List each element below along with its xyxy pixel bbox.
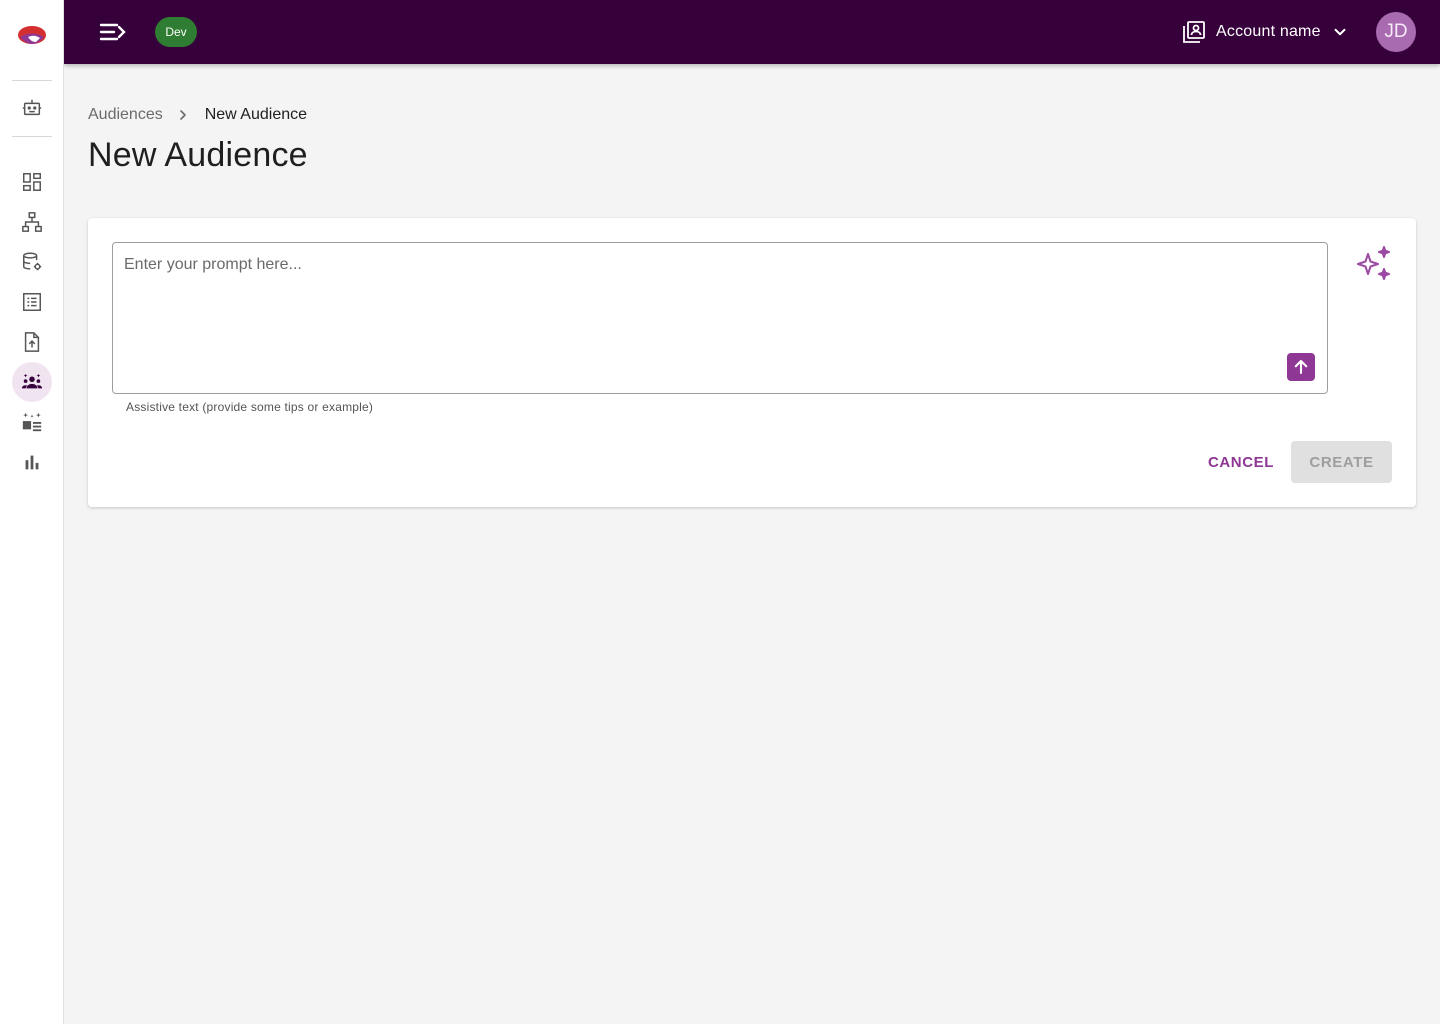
page-title: New Audience bbox=[88, 136, 308, 174]
app-logo[interactable] bbox=[16, 22, 48, 50]
sidebar-item-audiences[interactable] bbox=[12, 362, 52, 402]
sidebar-item-database-settings[interactable] bbox=[12, 242, 52, 282]
sidebar-item-dashboard[interactable] bbox=[12, 162, 52, 202]
menu-toggle-button[interactable] bbox=[96, 18, 130, 46]
prompt-helper-text: Assistive text (provide some tips or exa… bbox=[126, 400, 374, 414]
account-switcher[interactable]: Account name bbox=[1182, 18, 1349, 46]
hierarchy-icon bbox=[22, 212, 42, 232]
audience-icon bbox=[21, 373, 43, 389]
robot-icon bbox=[22, 99, 42, 116]
submit-prompt-button[interactable] bbox=[1287, 353, 1315, 381]
file-upload-icon bbox=[24, 332, 40, 352]
prompt-field bbox=[112, 242, 1328, 394]
ai-content-icon bbox=[22, 412, 42, 432]
sidebar-item-file-upload[interactable] bbox=[12, 322, 52, 362]
bar-chart-icon bbox=[25, 455, 39, 470]
menu-open-icon bbox=[99, 23, 126, 41]
environment-badge: Dev bbox=[155, 17, 197, 47]
breadcrumb: Audiences New Audience bbox=[88, 104, 307, 126]
create-button[interactable]: CREATE bbox=[1291, 441, 1392, 483]
sidebar bbox=[0, 0, 64, 1024]
prompt-input[interactable] bbox=[113, 243, 1327, 393]
sidebar-divider bbox=[12, 136, 52, 137]
chevron-down-icon bbox=[1334, 28, 1346, 36]
list-icon bbox=[23, 293, 41, 311]
arrow-up-icon bbox=[1294, 359, 1308, 375]
account-name: Account name bbox=[1216, 23, 1321, 40]
ai-assist-button[interactable] bbox=[1352, 242, 1396, 286]
sparkle-icon bbox=[1357, 246, 1390, 280]
breadcrumb-audiences-link[interactable]: Audiences bbox=[88, 106, 163, 124]
sidebar-item-hierarchy[interactable] bbox=[12, 202, 52, 242]
sidebar-item-ai-content[interactable] bbox=[12, 402, 52, 442]
sidebar-item-robot[interactable] bbox=[12, 88, 52, 128]
breadcrumb-current: New Audience bbox=[204, 106, 308, 123]
user-avatar[interactable]: JD bbox=[1376, 12, 1416, 52]
dashboard-icon bbox=[23, 173, 41, 191]
new-audience-card: Assistive text (provide some tips or exa… bbox=[88, 218, 1416, 507]
cancel-button[interactable]: CANCEL bbox=[1200, 441, 1282, 483]
sidebar-divider bbox=[12, 80, 52, 81]
account-box-icon bbox=[1183, 21, 1205, 43]
sidebar-item-analytics[interactable] bbox=[12, 442, 52, 482]
sidebar-item-list[interactable] bbox=[12, 282, 52, 322]
database-settings-icon bbox=[23, 252, 42, 271]
top-app-bar: Dev Account name JD bbox=[64, 0, 1440, 64]
chevron-right-icon bbox=[179, 110, 186, 120]
